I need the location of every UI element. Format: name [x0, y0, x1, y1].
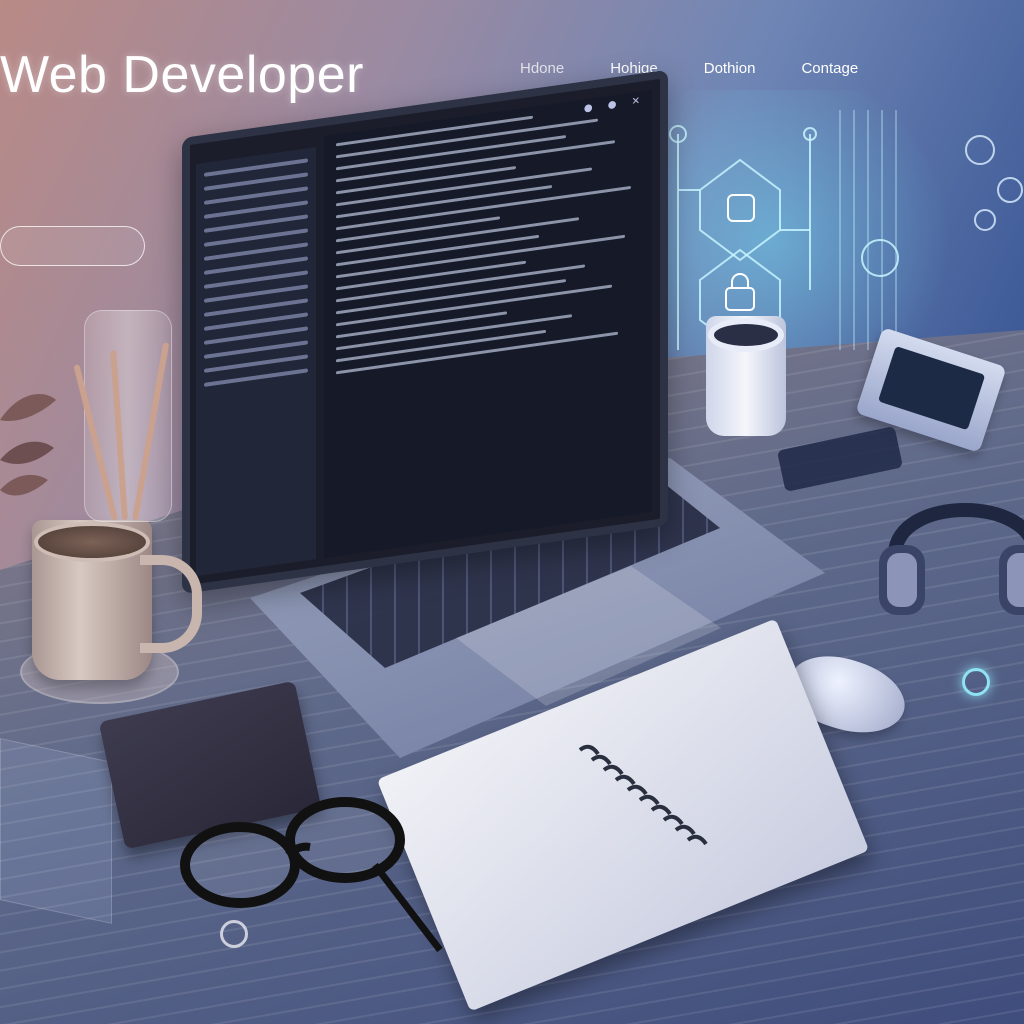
mug-handle: [140, 555, 202, 653]
notebook-spiral: [578, 744, 708, 846]
glasses-icon: [180, 797, 443, 953]
pen-holder-top: [708, 318, 784, 352]
page-title: Web Developer: [0, 46, 364, 104]
lock-icon: [725, 273, 755, 311]
nav-item-3[interactable]: Contage: [801, 60, 858, 77]
circuit-graphic: [669, 110, 1023, 352]
glass-panel: [0, 738, 112, 924]
circuit-node-icon: [965, 135, 1023, 231]
ring-icon: [220, 920, 248, 948]
glow-dot: [962, 668, 990, 696]
nav-item-0[interactable]: Hdone: [520, 60, 564, 77]
plant-leaves: [0, 394, 56, 496]
cta-button[interactable]: [0, 226, 145, 266]
ide-code-editor[interactable]: [324, 89, 652, 559]
nav-item-2[interactable]: Dothion: [704, 60, 756, 77]
coffee-surface: [34, 522, 150, 562]
shield-icon: [727, 194, 755, 222]
top-nav: Hdone Hohige Dothion Contage: [520, 60, 1008, 77]
ide-file-tree[interactable]: [196, 147, 316, 577]
headphones-icon: [879, 503, 1024, 615]
laptop-screen: ● ● ✕: [182, 69, 668, 595]
glass-vase: [84, 310, 172, 522]
